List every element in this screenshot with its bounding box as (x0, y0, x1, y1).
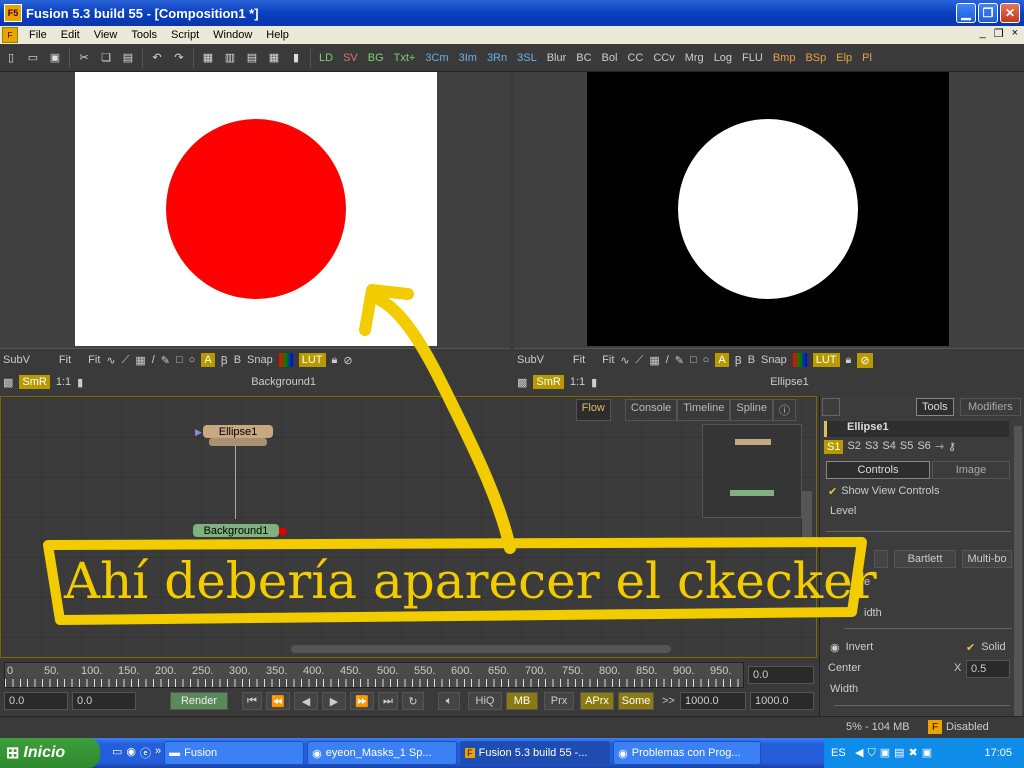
task-eyeon[interactable]: ◉ eyeon_Masks_1 Sp... (307, 741, 458, 765)
fusion-icon: F (465, 748, 475, 758)
ie-icon[interactable]: ⓔ (140, 745, 151, 761)
task-firefox[interactable]: ◉ Problemas con Prog... (613, 741, 762, 765)
clock: 17:05 (984, 747, 1012, 759)
annotation-arrow-shaft (374, 294, 516, 554)
tray-icons[interactable]: ◀⛉▣▤✖▣ (855, 746, 936, 760)
start-label: Inicio (23, 744, 66, 761)
windows-logo-icon: ⊞ (6, 745, 20, 762)
firefox-icon: ◉ (618, 747, 628, 760)
annotation-overlay (43, 284, 867, 625)
task-fusion-app[interactable]: F Fusion 5.3 build 55 -... (460, 741, 611, 765)
taskbar: ⊞ Inicio ▭ ◉ ⓔ » ▬ Fusion ◉ eyeon_Masks_… (0, 738, 1024, 768)
language-indicator[interactable]: ES (831, 747, 846, 759)
quick-launch: ▭ ◉ ⓔ » (112, 745, 161, 761)
folder-icon: ▬ (169, 747, 181, 759)
task-fusion-folder[interactable]: ▬ Fusion (164, 741, 305, 765)
show-desktop-icon[interactable]: ▭ (112, 745, 122, 761)
browser-icon: ◉ (312, 747, 322, 760)
system-tray: ES ◀⛉▣▤✖▣ 17:05 (824, 738, 1024, 768)
firefox-icon[interactable]: ◉ (126, 745, 136, 761)
more-icon[interactable]: » (155, 745, 161, 761)
start-button[interactable]: ⊞ Inicio (0, 738, 100, 768)
annotation-text: Ahí debería aparecer el ckecker (64, 552, 877, 610)
